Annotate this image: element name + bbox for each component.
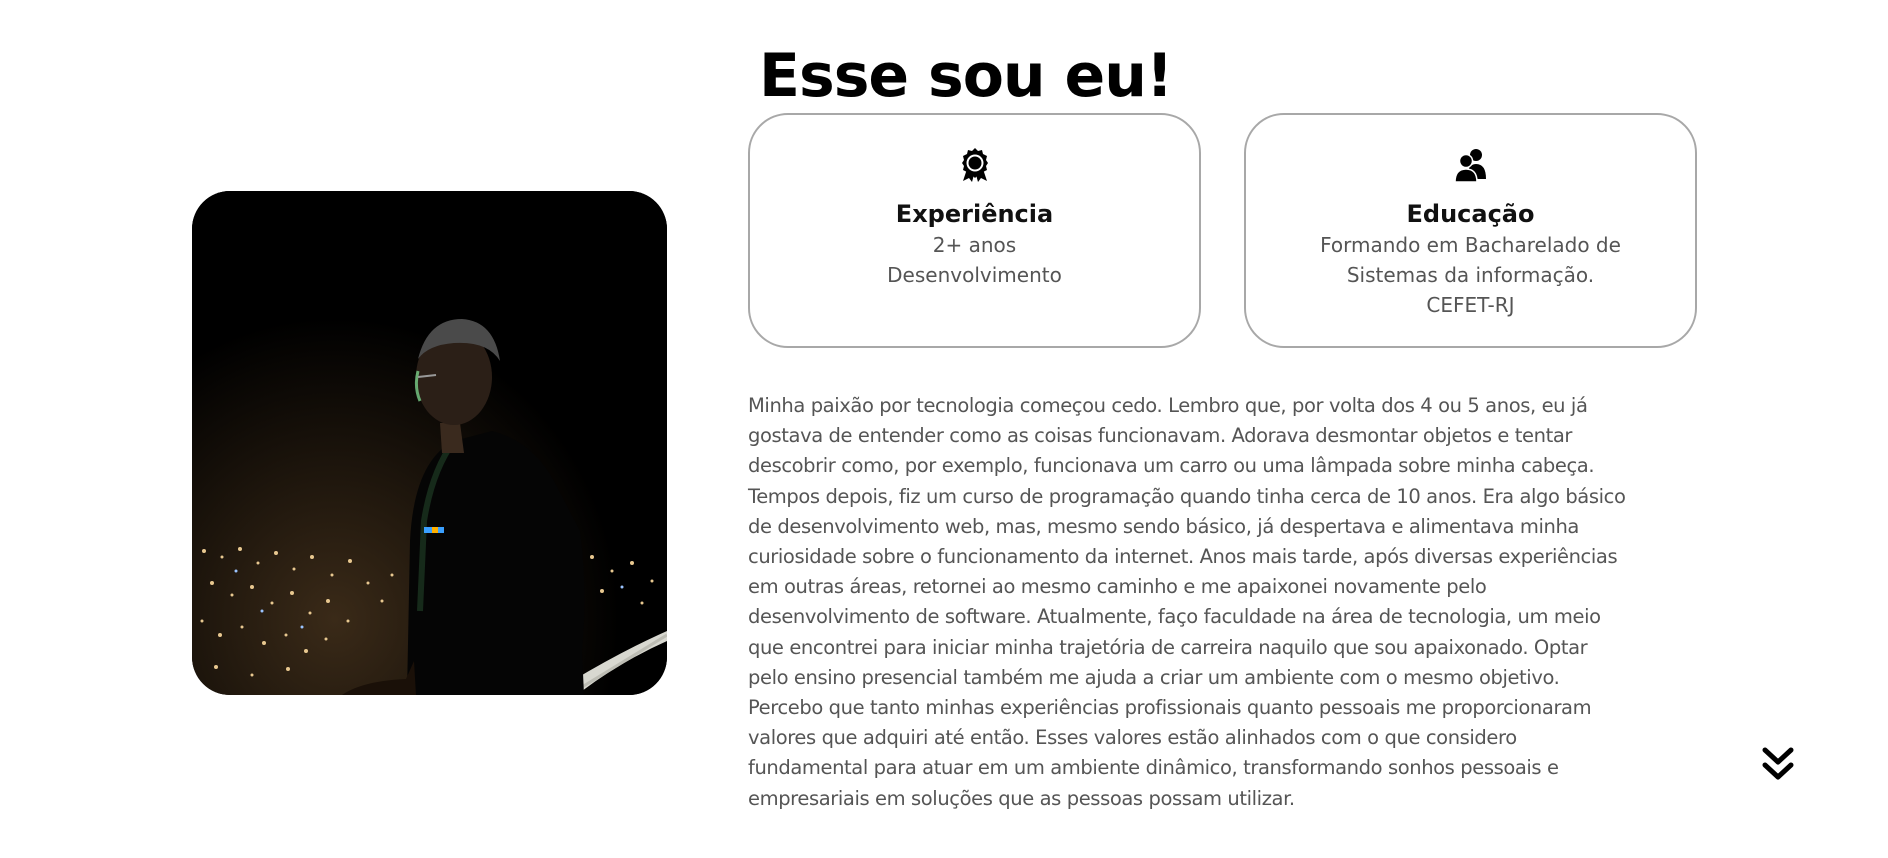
experience-title: Experiência [895, 200, 1054, 228]
education-title: Educação [1406, 200, 1535, 228]
education-course: Sistemas da informação. [1346, 263, 1595, 287]
profile-photo [192, 191, 667, 695]
bio-line: fundamental para atuar em um ambiente di… [748, 756, 1559, 780]
experience-area: Desenvolvimento [887, 263, 1062, 287]
education-degree: Formando em Bacharelado de [1320, 233, 1621, 257]
education-institution: CEFET-RJ [1426, 293, 1515, 317]
bio-line: Minha paixão por tecnologia começou cedo… [748, 394, 1588, 417]
bio-line: Percebo que tanto minhas experiências pr… [748, 696, 1592, 720]
bio-line: em outras áreas, retornei ao mesmo camin… [748, 575, 1487, 599]
chevrons-down-icon[interactable] [1762, 747, 1794, 781]
experience-years: 2+ anos [932, 233, 1017, 257]
bio-line: valores que adquiri até então. Esses val… [748, 726, 1517, 750]
page-title: Esse sou eu! [759, 41, 1173, 111]
bio-line: pelo ensino presencial também me ajuda a… [748, 665, 1560, 689]
bio-line: empresariais em soluções que as pessoas … [748, 786, 1295, 810]
bio-line: de desenvolvimento web, mas, mesmo sendo… [748, 514, 1579, 538]
users-icon [1454, 149, 1486, 183]
bio-line: Tempos depois, fiz um curso de programaç… [748, 484, 1626, 508]
experience-card: Experiência 2+ anos Desenvolvimento [748, 113, 1201, 348]
bio-line: descobrir como, por exemplo, funcionava … [748, 454, 1595, 478]
education-card: Educação Formando em Bacharelado de Sist… [1244, 113, 1697, 348]
bio-line: gostava de entender como as coisas funci… [748, 424, 1572, 448]
bio-line: curiosidade sobre o funcionamento da int… [748, 545, 1618, 569]
bio-line: que encontrei para iniciar minha trajetó… [748, 635, 1588, 659]
bio-line: desenvolvimento de software. Atualmente,… [748, 605, 1601, 629]
bio-text: Minha paixão por tecnologia começou cedo… [748, 391, 1698, 814]
award-icon [961, 148, 988, 182]
